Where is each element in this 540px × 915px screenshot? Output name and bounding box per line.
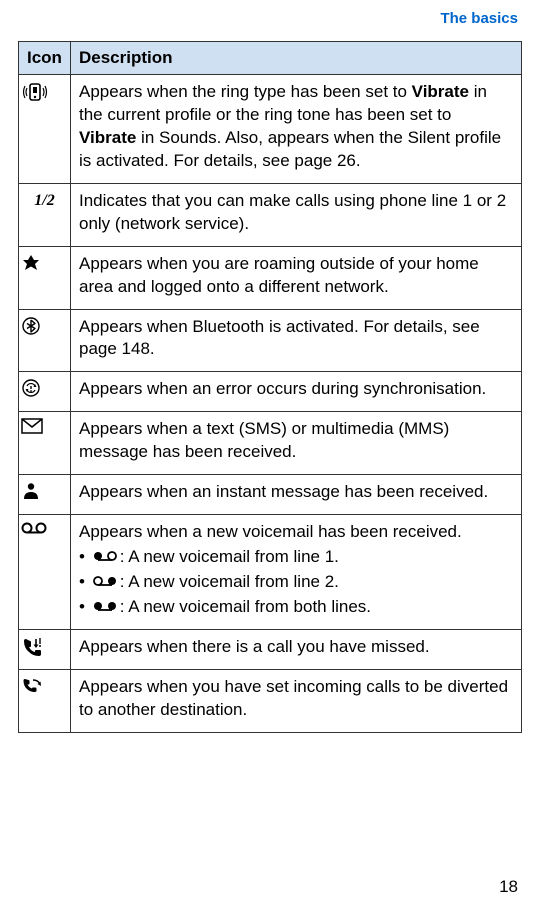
voicemail-icon xyxy=(21,521,68,535)
sync-error-description: Appears when an error occurs during sync… xyxy=(71,372,522,412)
message-description: Appears when a text (SMS) or multimedia … xyxy=(71,412,522,475)
icon-description-table: Icon Description xyxy=(18,41,522,733)
table-row: Appears when there is a call you have mi… xyxy=(19,630,522,670)
table-row: Appears when you are roaming outside of … xyxy=(19,246,522,309)
line-number-description: Indicates that you can make calls using … xyxy=(71,183,522,246)
instant-message-description: Appears when an instant message has been… xyxy=(71,475,522,515)
call-divert-description: Appears when you have set incoming calls… xyxy=(71,669,522,732)
voicemail-description: Appears when a new voicemail has been re… xyxy=(71,515,522,630)
table-row: 1/2 Indicates that you can make calls us… xyxy=(19,183,522,246)
message-icon xyxy=(21,418,68,434)
roaming-icon xyxy=(21,253,68,273)
header-icon: Icon xyxy=(19,42,71,75)
header-description: Description xyxy=(71,42,522,75)
voicemail-line1-icon xyxy=(92,546,118,569)
call-divert-icon xyxy=(21,676,68,696)
table-row: Appears when an instant message has been… xyxy=(19,475,522,515)
table-row: Appears when you have set incoming calls… xyxy=(19,669,522,732)
instant-message-icon xyxy=(21,481,68,501)
table-row: Appears when an error occurs during sync… xyxy=(19,372,522,412)
table-row: Appears when a new voicemail has been re… xyxy=(19,515,522,630)
table-row: Appears when Bluetooth is activated. For… xyxy=(19,309,522,372)
roaming-description: Appears when you are roaming outside of … xyxy=(71,246,522,309)
missed-call-icon xyxy=(21,636,68,658)
table-row: Appears when a text (SMS) or multimedia … xyxy=(19,412,522,475)
vibrate-icon xyxy=(21,81,68,103)
bluetooth-icon xyxy=(21,316,68,336)
voicemail-line2-icon xyxy=(92,571,118,594)
breadcrumb: The basics xyxy=(18,0,522,41)
sync-error-icon xyxy=(21,378,68,398)
table-row: Appears when the ring type has been set … xyxy=(19,75,522,184)
voicemail-both-lines-icon xyxy=(92,596,118,619)
missed-call-description: Appears when there is a call you have mi… xyxy=(71,630,522,670)
bluetooth-description: Appears when Bluetooth is activated. For… xyxy=(71,309,522,372)
vibrate-description: Appears when the ring type has been set … xyxy=(71,75,522,184)
line-number-icon: 1/2 xyxy=(34,192,54,209)
page-number: 18 xyxy=(499,877,518,897)
